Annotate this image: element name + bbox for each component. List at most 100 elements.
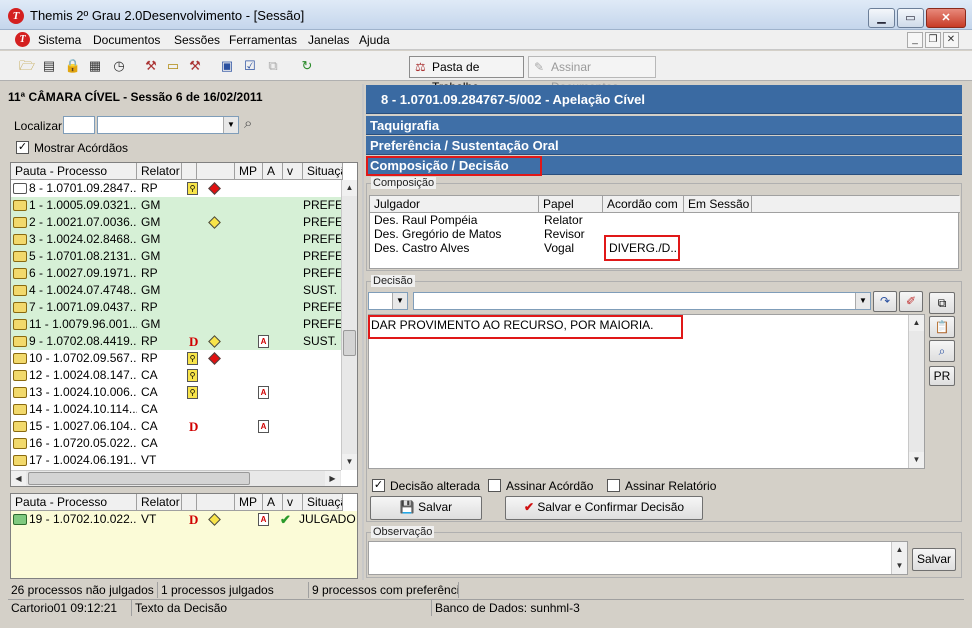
scroll-down-icon[interactable]: ▼ bbox=[909, 452, 924, 468]
chevron-down-icon[interactable]: ▼ bbox=[855, 293, 870, 309]
chevron-down-icon[interactable]: ▼ bbox=[223, 117, 238, 133]
clock-icon[interactable]: ◷ bbox=[110, 57, 128, 75]
gavel-icon[interactable]: ⚒ bbox=[142, 57, 160, 75]
table-row[interactable]: 12 - 1.0024.08.147... CA ⚲ bbox=[11, 367, 343, 384]
col-header-4[interactable]: MP bbox=[235, 494, 263, 511]
table-row[interactable]: 1 - 1.0005.09.0321... GM PREFER bbox=[11, 197, 343, 214]
pauta-hscroll[interactable]: ◀ ▶ bbox=[11, 470, 341, 486]
folder-icon[interactable]: ▭ bbox=[164, 57, 182, 75]
table-row[interactable]: 8 - 1.0701.09.2847... RP ⚲ bbox=[11, 180, 343, 197]
paste-button[interactable]: 📋 bbox=[929, 316, 955, 338]
col-header-1[interactable]: Relator bbox=[137, 163, 182, 180]
open-folder-icon[interactable]: 🗁 bbox=[18, 57, 36, 75]
menu-app-icon[interactable]: T bbox=[15, 32, 30, 47]
observacao-vscroll[interactable]: ▲ ▼ bbox=[891, 542, 907, 574]
localizar-select[interactable]: ▼ bbox=[97, 116, 239, 134]
menu-documentos[interactable]: Documentos bbox=[93, 33, 160, 47]
window-icon[interactable]: ▣ bbox=[218, 57, 236, 75]
salvar-button[interactable]: 💾 Salvar bbox=[370, 496, 482, 520]
col-header-3[interactable] bbox=[197, 494, 235, 511]
menu-ferramentas[interactable]: Ferramentas bbox=[229, 33, 297, 47]
assinar-documentos-button[interactable]: ✎ Assinar Documentos bbox=[528, 56, 656, 94]
decisao-vscroll[interactable]: ▲ ▼ bbox=[908, 315, 924, 468]
table-row[interactable]: 19 - 1.0702.10.022... VT D A ✔ JULGADO bbox=[11, 511, 357, 578]
col-header-0[interactable]: Pauta - Processo bbox=[11, 494, 137, 511]
checklist-icon[interactable]: ☑ bbox=[241, 57, 259, 75]
table-row[interactable]: 7 - 1.0071.09.0437... RP PREFER bbox=[11, 299, 343, 316]
menu-ajuda[interactable]: Ajuda bbox=[359, 33, 390, 47]
search-icon[interactable]: ⌕ bbox=[244, 115, 252, 132]
clear-format-button[interactable]: ✐ bbox=[899, 291, 923, 312]
pauta-vscroll[interactable]: ▲ ▼ bbox=[341, 180, 357, 470]
col-header-2[interactable] bbox=[182, 494, 197, 511]
copy-icon[interactable]: ⧉ bbox=[264, 57, 282, 75]
assinar-acordao-checkbox[interactable] bbox=[488, 479, 501, 492]
col-header-7[interactable]: Situação bbox=[303, 494, 343, 511]
decisao-alterada-checkbox[interactable]: ✓ bbox=[372, 479, 385, 492]
pr-button[interactable]: PR bbox=[929, 366, 955, 386]
mostrar-acordaos-checkbox[interactable]: ✓ bbox=[16, 141, 29, 154]
table-row[interactable]: 16 - 1.0720.05.022... CA bbox=[11, 435, 343, 452]
hscroll-thumb[interactable] bbox=[28, 472, 250, 485]
lock-icon[interactable]: 🔒 bbox=[64, 57, 82, 75]
mdi-close-button[interactable]: ✕ bbox=[943, 32, 959, 48]
scroll-left-icon[interactable]: ◀ bbox=[11, 471, 26, 486]
scroll-thumb[interactable] bbox=[343, 330, 356, 356]
salvar-confirmar-button[interactable]: ✔ Salvar e Confirmar Decisão bbox=[505, 496, 703, 520]
menu-sistema[interactable]: Sistema bbox=[38, 33, 81, 47]
scroll-up-icon[interactable]: ▲ bbox=[892, 542, 907, 558]
localizar-code-input[interactable] bbox=[63, 116, 95, 134]
col-papel[interactable]: Papel bbox=[539, 196, 603, 213]
observacao-textarea[interactable]: ▲ ▼ bbox=[368, 541, 908, 575]
refresh-icon[interactable]: ↻ bbox=[298, 57, 316, 75]
table-row[interactable]: 10 - 1.0702.09.567... RP ⚲ bbox=[11, 350, 343, 367]
scroll-down-icon[interactable]: ▼ bbox=[892, 558, 907, 574]
table-row[interactable]: 9 - 1.0702.08.4419... RP D A SUST. O bbox=[11, 333, 343, 350]
col-em-sessao[interactable]: Em Sessão bbox=[684, 196, 752, 213]
scroll-right-icon[interactable]: ▶ bbox=[325, 471, 340, 486]
decisao-type-select[interactable]: ▼ bbox=[368, 292, 408, 310]
col-header-6[interactable]: v bbox=[283, 163, 303, 180]
table-row[interactable]: 6 - 1.0027.09.1971... RP PREFER bbox=[11, 265, 343, 282]
menu-sessoes[interactable]: Sessões bbox=[174, 33, 220, 47]
col-header-5[interactable]: A bbox=[263, 494, 283, 511]
table-row[interactable]: 15 - 1.0027.06.104... CA D A bbox=[11, 418, 343, 435]
redo-button[interactable]: ↷ bbox=[873, 291, 897, 312]
table-row[interactable]: 14 - 1.0024.10.114... CA bbox=[11, 401, 343, 418]
document-list-icon[interactable]: ▤ bbox=[40, 57, 58, 75]
table-row[interactable]: 13 - 1.0024.10.006... CA ⚲ A bbox=[11, 384, 343, 401]
col-header-6[interactable]: v bbox=[283, 494, 303, 511]
scroll-down-icon[interactable]: ▼ bbox=[342, 454, 357, 470]
pasta-de-trabalho-button[interactable]: ⚖ Pasta de Trabalho bbox=[409, 56, 524, 94]
menu-janelas[interactable]: Janelas bbox=[308, 33, 349, 47]
col-header-5[interactable]: A bbox=[263, 163, 283, 180]
mdi-minimize-button[interactable]: _ bbox=[907, 32, 923, 48]
maximize-button[interactable]: ▭ bbox=[897, 8, 924, 28]
observacao-salvar-button[interactable]: Salvar bbox=[912, 548, 956, 571]
scroll-up-icon[interactable]: ▲ bbox=[342, 180, 357, 196]
gavel-alt-icon[interactable]: ⚒ bbox=[186, 57, 204, 75]
col-julgador[interactable]: Julgador bbox=[370, 196, 539, 213]
splitter[interactable] bbox=[362, 84, 364, 580]
copy-doc-button[interactable]: ⧉ bbox=[929, 292, 955, 314]
col-header-2[interactable] bbox=[182, 163, 197, 180]
decisao-template-select[interactable]: ▼ bbox=[413, 292, 871, 310]
list-icon[interactable]: ▦ bbox=[86, 57, 104, 75]
col-acordao[interactable]: Acordão com bbox=[603, 196, 684, 213]
table-row[interactable]: 17 - 1.0024.06.191... VT bbox=[11, 452, 343, 469]
zoom-button[interactable]: ⌕ bbox=[929, 340, 955, 362]
table-row[interactable]: 11 - 1.0079.96.001... GM PREFER bbox=[11, 316, 343, 333]
table-row[interactable]: 4 - 1.0024.07.4748... GM SUST. O bbox=[11, 282, 343, 299]
mdi-restore-button[interactable]: ❐ bbox=[925, 32, 941, 48]
section-preferencia[interactable]: Preferência / Sustentação Oral bbox=[366, 136, 962, 155]
table-row[interactable]: 3 - 1.0024.02.8468... GM PREFER bbox=[11, 231, 343, 248]
col-header-1[interactable]: Relator bbox=[137, 494, 182, 511]
col-header-4[interactable]: MP bbox=[235, 163, 263, 180]
table-row[interactable]: 5 - 1.0701.08.2131... GM PREFER bbox=[11, 248, 343, 265]
table-row[interactable]: 2 - 1.0021.07.0036... GM PREFER bbox=[11, 214, 343, 231]
col-header-3[interactable] bbox=[197, 163, 235, 180]
section-taquigrafia[interactable]: Taquigrafia bbox=[366, 116, 962, 135]
composicao-row[interactable]: Des. Raul Pompéia Relator bbox=[370, 213, 958, 227]
col-header-0[interactable]: Pauta - Processo bbox=[11, 163, 137, 180]
assinar-relatorio-checkbox[interactable] bbox=[607, 479, 620, 492]
